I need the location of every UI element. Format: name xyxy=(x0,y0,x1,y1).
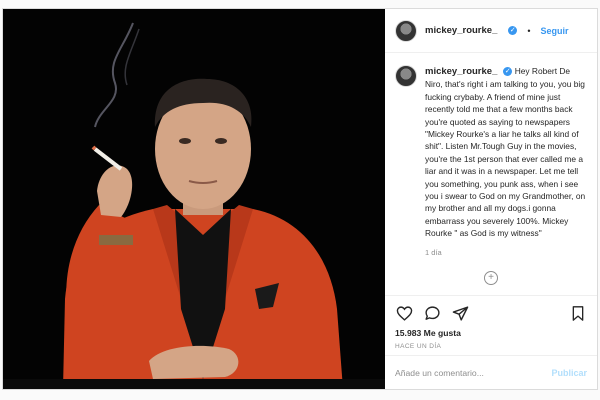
caption-body: Hey Robert De Niro, that's right i am ta… xyxy=(425,66,586,239)
instagram-post: mickey_rourke_ ✓ • Seguir mickey_rourke_… xyxy=(2,8,598,390)
verified-badge-icon: ✓ xyxy=(503,67,513,77)
post-header: mickey_rourke_ ✓ • Seguir xyxy=(385,9,597,53)
separator-dot: • xyxy=(527,25,531,36)
photo-illustration xyxy=(3,9,385,389)
avatar[interactable] xyxy=(395,19,417,42)
caption-timestamp: 1 día xyxy=(425,247,442,257)
caption-text: mickey_rourke_ ✓ Hey Robert De Niro, that… xyxy=(425,65,587,240)
post-sidebar: mickey_rourke_ ✓ • Seguir mickey_rourke_… xyxy=(385,9,597,389)
author-username[interactable]: mickey_rourke_ xyxy=(425,25,497,36)
action-icons xyxy=(395,302,587,324)
share-icon[interactable] xyxy=(451,304,469,322)
avatar[interactable] xyxy=(395,65,417,87)
caption-username[interactable]: mickey_rourke_ xyxy=(425,66,497,77)
add-comment-bar: Publicar xyxy=(385,355,597,389)
post-timestamp: HACE UN DÍA xyxy=(395,343,442,350)
heart-icon[interactable] xyxy=(395,304,413,322)
page-background: mickey_rourke_ ✓ • Seguir mickey_rourke_… xyxy=(0,0,600,400)
verified-badge-icon: ✓ xyxy=(508,26,518,35)
follow-button[interactable]: Seguir xyxy=(541,26,569,36)
comment-input[interactable] xyxy=(395,367,552,378)
comments-section: mickey_rourke_ ✓ Hey Robert De Niro, that… xyxy=(385,53,597,295)
comment-icon[interactable] xyxy=(423,304,441,322)
post-photo[interactable] xyxy=(3,9,385,389)
likes-count[interactable]: 15.983 Me gusta xyxy=(395,328,587,338)
publish-button[interactable]: Publicar xyxy=(551,368,587,378)
caption-comment: mickey_rourke_ ✓ Hey Robert De Niro, that… xyxy=(395,65,587,240)
bookmark-icon[interactable] xyxy=(569,304,587,322)
actions-bar: 15.983 Me gusta HACE UN DÍA xyxy=(385,295,597,355)
plus-circle-icon[interactable]: + xyxy=(484,270,498,285)
